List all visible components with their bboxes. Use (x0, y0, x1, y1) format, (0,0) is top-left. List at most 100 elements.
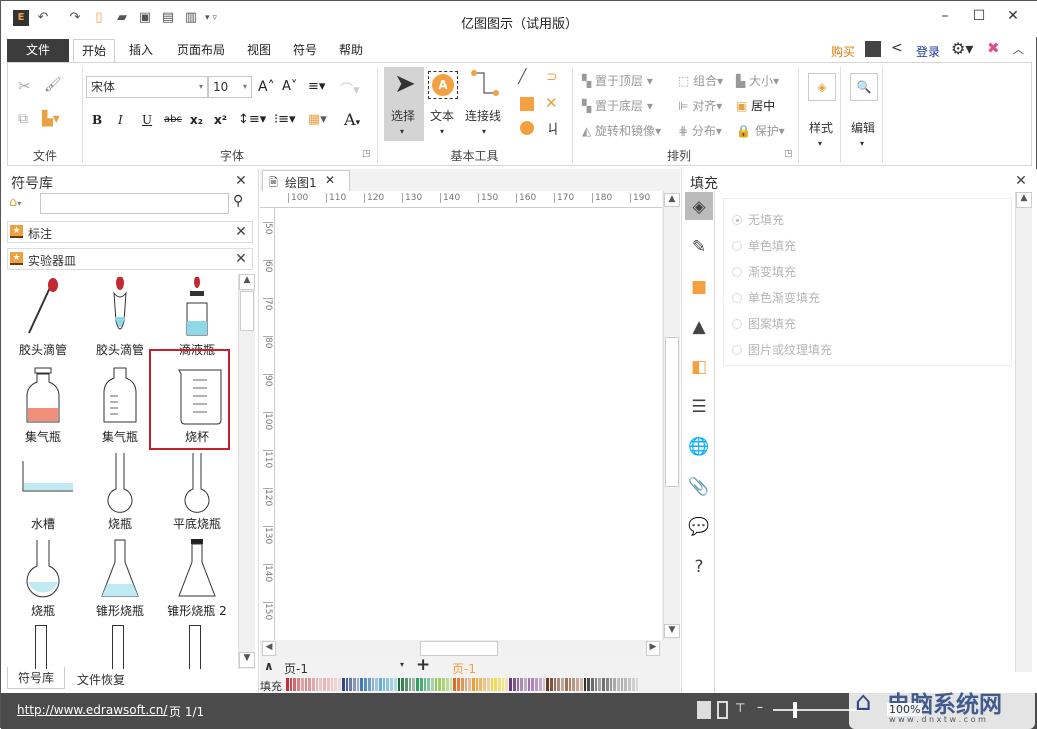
symbol-item[interactable]: 集气瓶 (82, 360, 158, 446)
color-swatch[interactable] (334, 678, 338, 691)
color-swatch[interactable] (538, 678, 542, 691)
symbol-item[interactable]: 平底烧瓶 (159, 447, 235, 533)
color-swatch[interactable] (594, 678, 598, 691)
color-swatch[interactable] (434, 678, 438, 691)
fill-panel-scrollbar[interactable]: ▲ (1015, 192, 1032, 672)
color-swatch[interactable] (546, 678, 550, 691)
close-library-icon[interactable]: ✕ (234, 173, 248, 189)
zoom-out-button[interactable]: – (757, 700, 763, 714)
color-swatch[interactable] (364, 678, 367, 691)
color-swatch[interactable] (520, 678, 523, 691)
color-swatch[interactable] (326, 678, 330, 691)
line-spacing-icon[interactable]: ↕≡▾ (238, 112, 266, 127)
color-swatch[interactable] (486, 678, 490, 691)
symbol-item[interactable]: 胶头滴管 (82, 273, 158, 359)
add-page-icon[interactable]: + (416, 655, 430, 675)
scroll-thumb[interactable] (420, 641, 498, 656)
color-swatch[interactable] (312, 678, 315, 691)
presentation-icon[interactable]: ⊤ (735, 701, 745, 715)
scroll-up-icon[interactable]: ▲ (664, 193, 680, 207)
color-swatch[interactable] (471, 678, 475, 691)
color-swatch[interactable] (408, 678, 412, 691)
color-swatch[interactable] (352, 678, 356, 691)
align-button[interactable]: ⊫ 对齐▾ (678, 97, 722, 114)
color-swatch[interactable] (453, 678, 457, 691)
symbol-item[interactable]: 锥形烧瓶 (82, 534, 158, 620)
app-store-icon[interactable]: ✖ (987, 39, 1000, 57)
color-swatch[interactable] (442, 678, 445, 691)
color-swatch[interactable] (475, 678, 479, 691)
color-swatch[interactable] (628, 678, 631, 691)
style-button[interactable]: 样式 (809, 119, 833, 136)
center-button[interactable]: ▣ 居中 (736, 97, 775, 114)
help-icon[interactable]: ? (688, 557, 710, 579)
color-swatch[interactable] (349, 678, 352, 691)
color-swatch[interactable] (635, 678, 639, 691)
color-swatch[interactable] (613, 678, 616, 691)
shadow-color-icon[interactable]: ■ (688, 277, 710, 299)
size-button[interactable]: ▙ 大小▾ (736, 72, 779, 89)
align-icon[interactable]: ≡▾ (308, 79, 325, 94)
color-swatch[interactable] (579, 678, 583, 691)
color-swatch[interactable] (576, 678, 579, 691)
color-swatch[interactable] (445, 678, 449, 691)
shrink-font-icon[interactable]: A˅ (282, 79, 297, 94)
page-view-icon[interactable] (697, 701, 711, 719)
comment-icon[interactable]: 💬 (688, 517, 710, 539)
font-color-icon[interactable]: A▾ (344, 110, 360, 129)
color-swatch[interactable] (524, 678, 527, 691)
fill-option-radio[interactable]: 渐变填充 (732, 263, 796, 280)
fill-option-radio[interactable]: 图片或纹理填充 (732, 341, 832, 358)
color-swatch[interactable] (289, 678, 293, 691)
search-icon[interactable]: 🔍 (850, 73, 878, 101)
full-screen-icon[interactable] (717, 701, 728, 719)
tab-symbol[interactable]: 符号 (285, 39, 325, 62)
close-fill-panel-icon[interactable]: ✕ (1014, 173, 1028, 189)
color-swatch[interactable] (468, 678, 471, 691)
canvas-horizontal-scrollbar[interactable]: ◀ ▶ (260, 640, 663, 657)
maximize-button[interactable]: ☐ (969, 8, 989, 28)
cut-icon[interactable]: ✂ (18, 77, 31, 95)
color-swatch[interactable] (323, 678, 326, 691)
gear-icon[interactable]: ⚙▾ (951, 39, 973, 58)
color-swatch[interactable] (390, 678, 393, 691)
color-swatch[interactable] (356, 678, 360, 691)
color-swatch[interactable] (286, 678, 289, 691)
color-swatch[interactable] (572, 678, 576, 691)
tab-view[interactable]: 视图 (239, 39, 279, 62)
color-swatch[interactable] (602, 678, 605, 691)
color-swatch[interactable] (631, 678, 635, 691)
collapse-pages-icon[interactable]: ∧ (264, 659, 274, 673)
scroll-down-icon[interactable]: ▼ (664, 624, 680, 638)
color-swatch[interactable] (386, 678, 390, 691)
color-palette[interactable] (286, 678, 640, 691)
minimize-button[interactable]: – (935, 8, 955, 28)
underline-button[interactable]: U (142, 113, 152, 127)
home-icon[interactable]: ⌂▾ (9, 195, 21, 210)
tab-symbol-library[interactable]: 符号库 (7, 667, 65, 689)
symbol-item[interactable] (189, 625, 201, 669)
grow-font-icon[interactable]: A˄ (258, 79, 275, 95)
close-tab-icon[interactable]: ✕ (325, 173, 335, 187)
website-link[interactable]: http://www.edrawsoft.cn/ (17, 703, 167, 717)
tab-insert[interactable]: 插入 (121, 39, 161, 62)
font-name-select[interactable]: 宋体 ▾ (86, 76, 208, 98)
color-swatch[interactable] (438, 678, 442, 691)
color-swatch[interactable] (319, 678, 323, 691)
scroll-down-icon[interactable]: ▼ (239, 652, 255, 668)
color-swatch[interactable] (401, 678, 404, 691)
color-swatch[interactable] (427, 678, 431, 691)
color-swatch[interactable] (304, 678, 308, 691)
color-swatch[interactable] (423, 678, 427, 691)
color-swatch[interactable] (568, 678, 572, 691)
strikethrough-button[interactable]: abc (164, 114, 182, 125)
color-swatch[interactable] (431, 678, 434, 691)
tab-home[interactable]: 开始 (73, 39, 116, 63)
bring-to-front-button[interactable]: ▚ 置于顶层 ▾ (582, 72, 653, 89)
library-section-callout[interactable]: ★ 标注 ✕ (7, 221, 253, 243)
search-icon[interactable]: ⚲ (233, 193, 243, 209)
rectangle-tool-icon[interactable] (520, 97, 534, 111)
page-tab[interactable]: 页-1 (452, 660, 476, 677)
connector-label[interactable]: 连接线 (465, 107, 501, 124)
symbol-item[interactable]: 烧瓶 (82, 447, 158, 533)
